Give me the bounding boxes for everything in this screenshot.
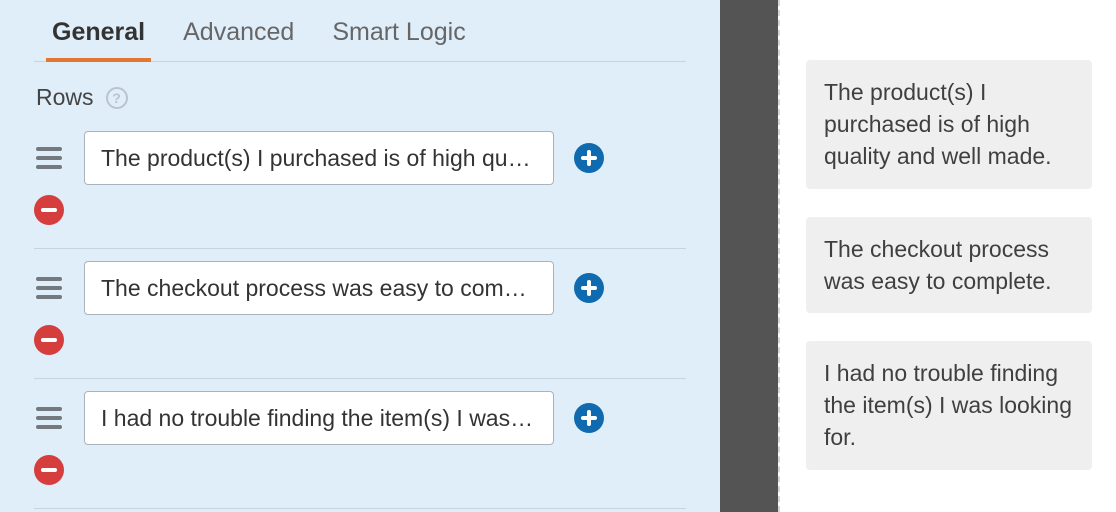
add-row-button[interactable] <box>574 403 604 433</box>
preview-text: The product(s) I purchased is of high qu… <box>824 76 1074 173</box>
tab-advanced[interactable]: Advanced <box>183 18 294 61</box>
preview-item: The checkout process was easy to complet… <box>806 217 1092 313</box>
preview-panel: The product(s) I purchased is of high qu… <box>778 0 1116 512</box>
drag-handle-icon[interactable] <box>34 407 64 429</box>
drag-handle-icon[interactable] <box>34 147 64 169</box>
row-item <box>34 119 686 249</box>
row-input[interactable] <box>84 391 554 445</box>
add-row-button[interactable] <box>574 273 604 303</box>
tabs: General Advanced Smart Logic <box>34 0 686 62</box>
tab-smart-logic[interactable]: Smart Logic <box>332 18 465 61</box>
preview-text: I had no trouble finding the item(s) I w… <box>824 357 1074 454</box>
remove-row-button[interactable] <box>34 325 64 355</box>
remove-row-button[interactable] <box>34 195 64 225</box>
add-row-button[interactable] <box>574 143 604 173</box>
row-item <box>34 249 686 379</box>
rows-header: Rows ? <box>34 84 686 111</box>
drag-handle-icon[interactable] <box>34 277 64 299</box>
preview-item: I had no trouble finding the item(s) I w… <box>806 341 1092 470</box>
tab-general[interactable]: General <box>52 18 145 61</box>
row-item <box>34 379 686 509</box>
preview-item: The product(s) I purchased is of high qu… <box>806 60 1092 189</box>
settings-panel: General Advanced Smart Logic Rows ? <box>0 0 720 512</box>
help-icon[interactable]: ? <box>106 87 128 109</box>
row-input[interactable] <box>84 131 554 185</box>
remove-row-button[interactable] <box>34 455 64 485</box>
row-input[interactable] <box>84 261 554 315</box>
panel-divider <box>720 0 778 512</box>
preview-text: The checkout process was easy to complet… <box>824 233 1074 297</box>
rows-list <box>34 119 686 509</box>
rows-label: Rows <box>36 84 94 111</box>
